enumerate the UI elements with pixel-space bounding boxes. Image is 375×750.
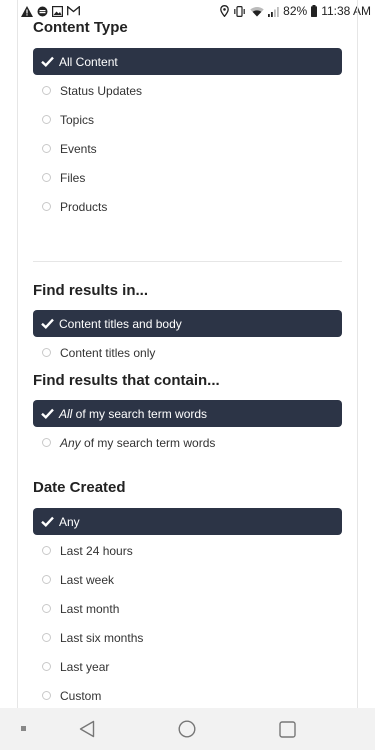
option-products[interactable]: Products [33,193,342,220]
search-filter-panel: Content Type All Content Status Updates … [17,0,358,708]
option-label: Content titles only [60,345,156,360]
option-label: Topics [60,112,95,127]
option-label: Status Updates [60,83,143,98]
home-icon[interactable] [172,708,202,750]
option-label: Files [60,170,86,185]
option-label: All of my search term words [59,407,207,421]
radio-icon [42,662,51,671]
option-emphasis: All [59,406,73,421]
option-label: Last 24 hours [60,543,133,558]
option-date-any[interactable]: Any [33,508,342,535]
option-label: Last month [60,601,120,616]
radio-icon [42,173,51,182]
option-rest: of my search term words [80,435,216,450]
option-files[interactable]: Files [33,164,342,191]
recents-dot-icon[interactable] [14,708,34,750]
radio-icon [42,438,51,447]
option-rest: of my search term words [72,406,208,421]
option-last-week[interactable]: Last week [33,566,342,593]
radio-icon [42,691,51,700]
option-label: Events [60,141,97,156]
option-custom[interactable]: Custom [33,682,342,708]
radio-icon [42,633,51,642]
check-icon [41,56,54,67]
radio-icon [42,144,51,153]
option-any-words[interactable]: Any of my search term words [33,429,342,456]
option-status-updates[interactable]: Status Updates [33,77,342,104]
navigation-bar [0,708,375,750]
option-all-words[interactable]: All of my search term words [33,400,342,427]
option-events[interactable]: Events [33,135,342,162]
option-label: Last six months [60,630,144,645]
option-topics[interactable]: Topics [33,106,342,133]
radio-icon [42,86,51,95]
radio-icon [42,348,51,357]
radio-icon [42,604,51,613]
option-last-six-months[interactable]: Last six months [33,624,342,651]
back-icon[interactable] [72,708,102,750]
option-label: Any [59,514,80,529]
option-label: Content titles and body [59,316,182,331]
radio-icon [42,202,51,211]
option-emphasis: Any [60,435,81,450]
check-icon [41,408,54,419]
option-last-24-hours[interactable]: Last 24 hours [33,537,342,564]
radio-icon [42,575,51,584]
radio-icon [42,115,51,124]
option-label: Last year [60,659,110,674]
option-all-content[interactable]: All Content [33,48,342,75]
content-type-heading: Content Type [33,19,128,36]
find-results-contain-heading: Find results that contain... [33,372,220,389]
section-divider [33,261,342,262]
radio-icon [42,546,51,555]
option-label: Last week [60,572,115,587]
check-icon [41,516,54,527]
option-last-year[interactable]: Last year [33,653,342,680]
check-icon [41,318,54,329]
option-label: All Content [59,54,118,69]
date-created-heading: Date Created [33,479,126,496]
option-titles-only[interactable]: Content titles only [33,339,342,366]
option-label: Any of my search term words [60,436,215,450]
option-titles-and-body[interactable]: Content titles and body [33,310,342,337]
option-label: Products [60,199,108,214]
overview-icon[interactable] [272,708,302,750]
option-last-month[interactable]: Last month [33,595,342,622]
find-results-in-heading: Find results in... [33,282,149,299]
option-label: Custom [60,688,102,703]
